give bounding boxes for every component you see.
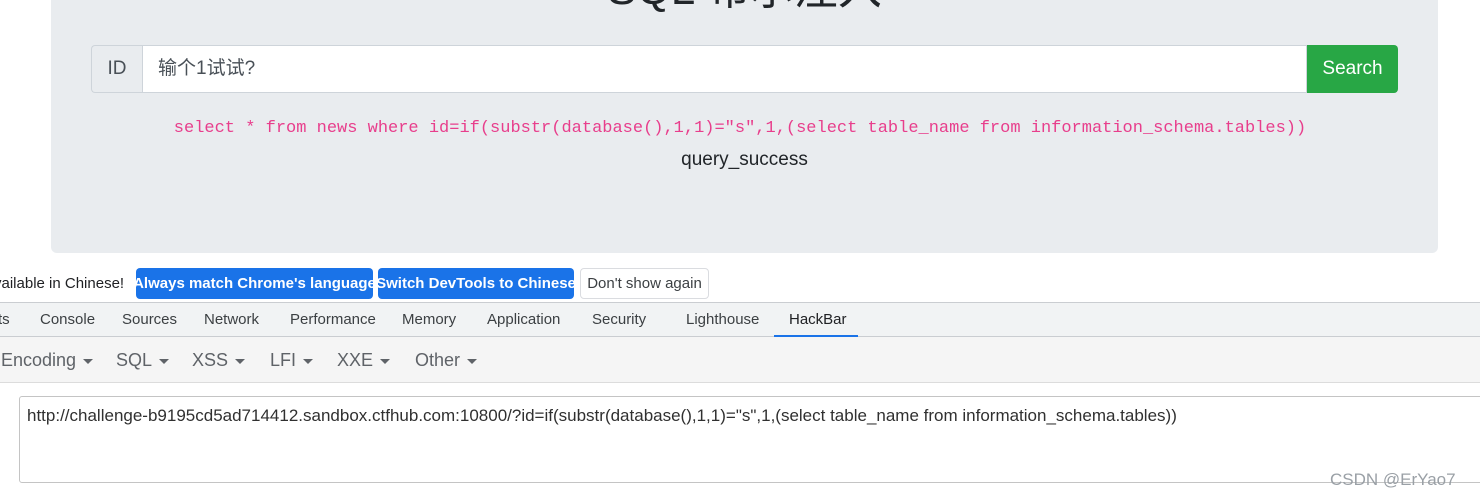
- menu-encoding[interactable]: Encoding: [1, 337, 94, 383]
- infobar-message: vailable in Chinese!: [0, 275, 125, 292]
- dont-show-again-button[interactable]: Don't show again: [580, 268, 709, 299]
- caret-down-icon: [235, 358, 246, 364]
- menu-sql-label: SQL: [116, 350, 153, 370]
- menu-other-label: Other: [415, 350, 461, 370]
- sql-query-text: select * from news where id=if(substr(da…: [173, 119, 1307, 138]
- tab-lighthouse[interactable]: Lighthouse: [686, 303, 759, 337]
- menu-sql[interactable]: SQL: [116, 337, 170, 383]
- id-input[interactable]: [142, 45, 1307, 93]
- tab-application[interactable]: Application: [487, 303, 560, 337]
- tab-elements[interactable]: ts: [0, 303, 10, 337]
- menu-xxe[interactable]: XXE: [337, 337, 391, 383]
- tab-sources[interactable]: Sources: [122, 303, 177, 337]
- switch-devtools-chinese-button[interactable]: Switch DevTools to Chinese: [376, 268, 576, 299]
- hackbar-url-input[interactable]: http://challenge-b9195cd5ad714412.sandbo…: [19, 396, 1480, 483]
- menu-xss-label: XSS: [192, 350, 229, 370]
- caret-down-icon: [467, 358, 478, 364]
- tab-network[interactable]: Network: [204, 303, 259, 337]
- search-button[interactable]: Search: [1307, 45, 1398, 93]
- menu-lfi[interactable]: LFI: [270, 337, 314, 383]
- hackbar-menu-bar: Encoding SQL XSS LFI XXE Other: [0, 337, 1480, 383]
- tab-hackbar[interactable]: HackBar: [789, 303, 847, 337]
- always-match-language-button[interactable]: Always match Chrome's language: [133, 268, 376, 299]
- devtools-language-infobar: vailable in Chinese! Always match Chrome…: [0, 266, 1480, 302]
- search-input-group: ID Search: [91, 45, 1398, 93]
- watermark: CSDN @ErYao7: [1330, 470, 1456, 489]
- menu-other[interactable]: Other: [415, 337, 478, 383]
- tab-security[interactable]: Security: [592, 303, 646, 337]
- menu-xss[interactable]: XSS: [192, 337, 246, 383]
- page-title: SQL 布尔注入: [51, 0, 1438, 20]
- menu-lfi-label: LFI: [270, 350, 297, 370]
- tab-console[interactable]: Console: [40, 303, 95, 337]
- id-prefix-label: ID: [91, 45, 142, 93]
- devtools-tab-strip: ts Console Sources Network Performance M…: [0, 302, 1480, 337]
- tab-memory[interactable]: Memory: [402, 303, 456, 337]
- menu-encoding-label: Encoding: [1, 350, 77, 370]
- caret-down-icon: [83, 358, 94, 364]
- caret-down-icon: [159, 358, 170, 364]
- tab-performance[interactable]: Performance: [290, 303, 376, 337]
- caret-down-icon: [380, 358, 391, 364]
- caret-down-icon: [303, 358, 314, 364]
- menu-xxe-label: XXE: [337, 350, 374, 370]
- query-result-text: query_success: [681, 149, 808, 170]
